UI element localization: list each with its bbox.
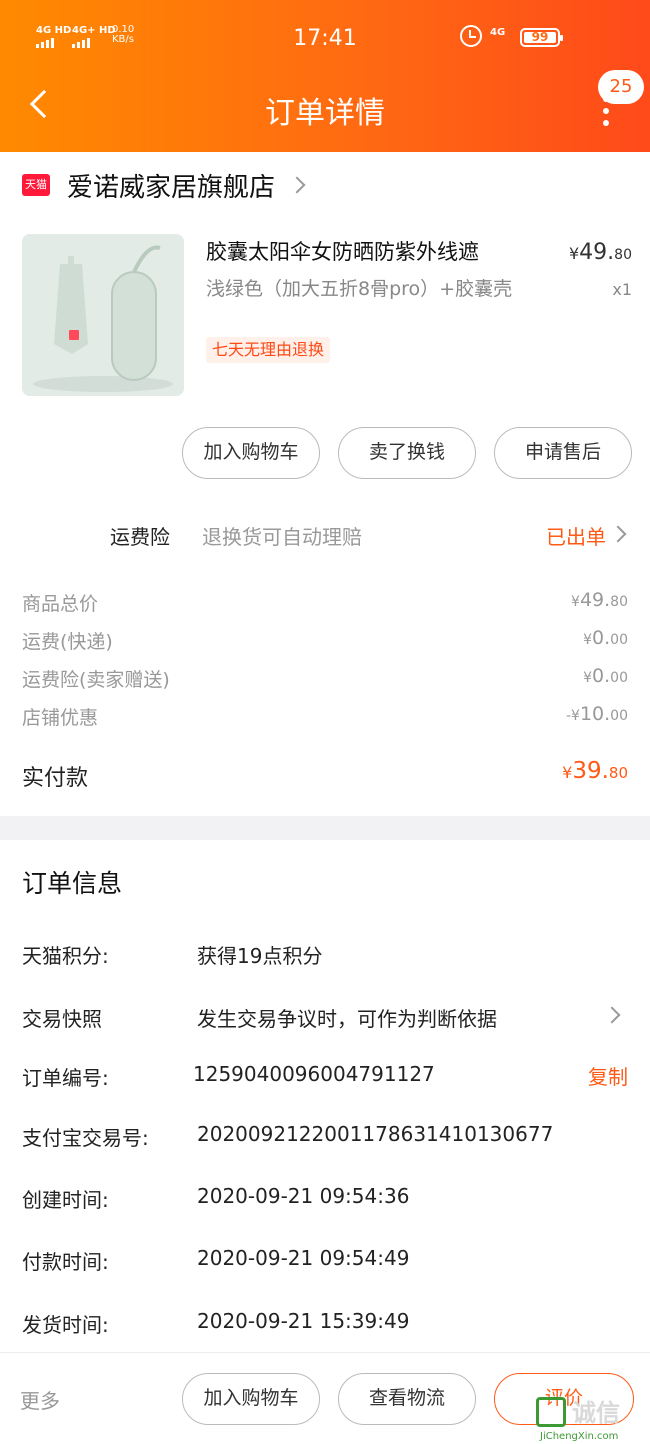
product-image[interactable] [22, 234, 184, 396]
cost-int: 10. [579, 703, 611, 725]
cost-prefix: ¥ [571, 594, 580, 610]
cost-label-insurance: 运费险(卖家赠送) [22, 669, 170, 691]
shipping-insurance-status[interactable]: 已出单 [546, 521, 606, 550]
product-quantity: x1 [612, 280, 632, 299]
shop-row[interactable]: 天猫 爱诺威家居旗舰店 [22, 170, 306, 203]
bottom-action-bar: 更多 加入购物车 查看物流 评价 诚信 JiChengXin.com [0, 1352, 650, 1444]
copy-order-id-button[interactable]: 复制 [588, 1061, 628, 1090]
product-spec: 浅绿色（加大五折8骨pro）+胶囊壳 [206, 278, 513, 300]
view-logistics-button[interactable]: 查看物流 [338, 1373, 476, 1425]
paid-amount-value: ¥39.80 [562, 758, 628, 784]
info-value-order-id: 1259040096004791127 [193, 1062, 435, 1086]
paid-dec: 80 [608, 764, 628, 782]
cost-label-subtotal: 商品总价 [22, 593, 99, 615]
info-label-order-id: 订单编号: [22, 1066, 109, 1090]
info-value-snapshot[interactable]: 发生交易争议时，可作为判断依据 [197, 1003, 497, 1032]
return-policy-tag: 七天无理由退换 [206, 337, 331, 363]
paid-int: 39. [572, 758, 609, 784]
product-title[interactable]: 胶囊太阳伞女防晒防紫外线遮 [206, 236, 479, 266]
cost-dec: 00 [610, 708, 628, 724]
watermark-subtext: JiChengXin.com [540, 1431, 619, 1442]
cost-label-shipping: 运费(快递) [22, 631, 113, 653]
watermark-text: 诚信 [572, 1399, 620, 1427]
status-bar: 4G HD 4G+ HD 0.10 KB/s 17:41 4G 99 [0, 18, 650, 58]
info-value-paid: 2020-09-21 09:54:49 [197, 1246, 410, 1270]
cost-value-shipping: ¥0.00 [583, 627, 628, 649]
price-int: 49. [579, 240, 615, 265]
chevron-right-icon [288, 176, 306, 194]
cost-int: 0. [592, 665, 611, 687]
app-header: 4G HD 4G+ HD 0.10 KB/s 17:41 4G 99 订单详情 … [0, 0, 650, 152]
cost-dec: 00 [610, 632, 628, 648]
cost-int: 0. [592, 627, 611, 649]
info-value-alipay-id: 2020092122001178631410130677 [197, 1122, 554, 1146]
info-label-alipay-id: 支付宝交易号: [22, 1126, 149, 1150]
after-sale-button[interactable]: 申请售后 [494, 427, 632, 479]
battery-level: 99 [524, 31, 556, 43]
alarm-icon [460, 25, 482, 47]
page-title: 订单详情 [265, 96, 385, 131]
shipping-insurance-desc: 退换货可自动理赔 [202, 525, 362, 549]
price-dec: 80 [614, 247, 632, 263]
info-label-shipped: 发货时间: [22, 1313, 109, 1337]
cost-dec: 80 [610, 594, 628, 610]
more-button[interactable]: 更多 [20, 1385, 60, 1414]
order-info-card [0, 840, 650, 1352]
resell-button[interactable]: 卖了换钱 [338, 427, 476, 479]
info-label-paid: 付款时间: [22, 1250, 109, 1274]
bottom-add-to-cart-button[interactable]: 加入购物车 [182, 1373, 320, 1425]
tmall-icon: 天猫 [22, 174, 50, 196]
cost-prefix: -¥ [565, 708, 580, 724]
network-type: 4G [490, 27, 506, 38]
info-value-shipped: 2020-09-21 15:39:49 [197, 1309, 410, 1333]
shop-name: 爱诺威家居旗舰店 [67, 172, 276, 203]
info-value-points: 获得19点积分 [197, 944, 323, 968]
info-label-snapshot[interactable]: 交易快照 [22, 1003, 102, 1032]
cost-prefix: ¥ [583, 670, 593, 686]
umbrella-product-image [22, 234, 184, 396]
cost-prefix: ¥ [583, 632, 593, 648]
paid-prefix: ¥ [562, 763, 573, 782]
info-label-points: 天猫积分: [22, 944, 109, 968]
battery-icon: 99 [520, 28, 563, 47]
cost-label-discount: 店铺优惠 [22, 707, 99, 729]
shipping-insurance-label: 运费险 [110, 525, 170, 549]
product-price: ¥49.80 [569, 240, 632, 265]
cost-value-discount: -¥10.00 [566, 703, 628, 725]
cost-value-subtotal: ¥49.80 [571, 589, 628, 611]
info-label-created: 创建时间: [22, 1188, 109, 1212]
message-count-badge[interactable]: 25 [598, 70, 644, 104]
cost-int: 49. [579, 589, 611, 611]
paid-amount-label: 实付款 [22, 766, 89, 791]
cost-dec: 00 [610, 670, 628, 686]
add-to-cart-button[interactable]: 加入购物车 [182, 427, 320, 479]
order-info-title: 订单信息 [22, 869, 123, 898]
price-currency: ¥ [568, 244, 580, 263]
watermark-logo-icon [536, 1397, 566, 1427]
cost-value-insurance: ¥0.00 [583, 665, 628, 687]
info-value-created: 2020-09-21 09:54:36 [197, 1184, 410, 1208]
